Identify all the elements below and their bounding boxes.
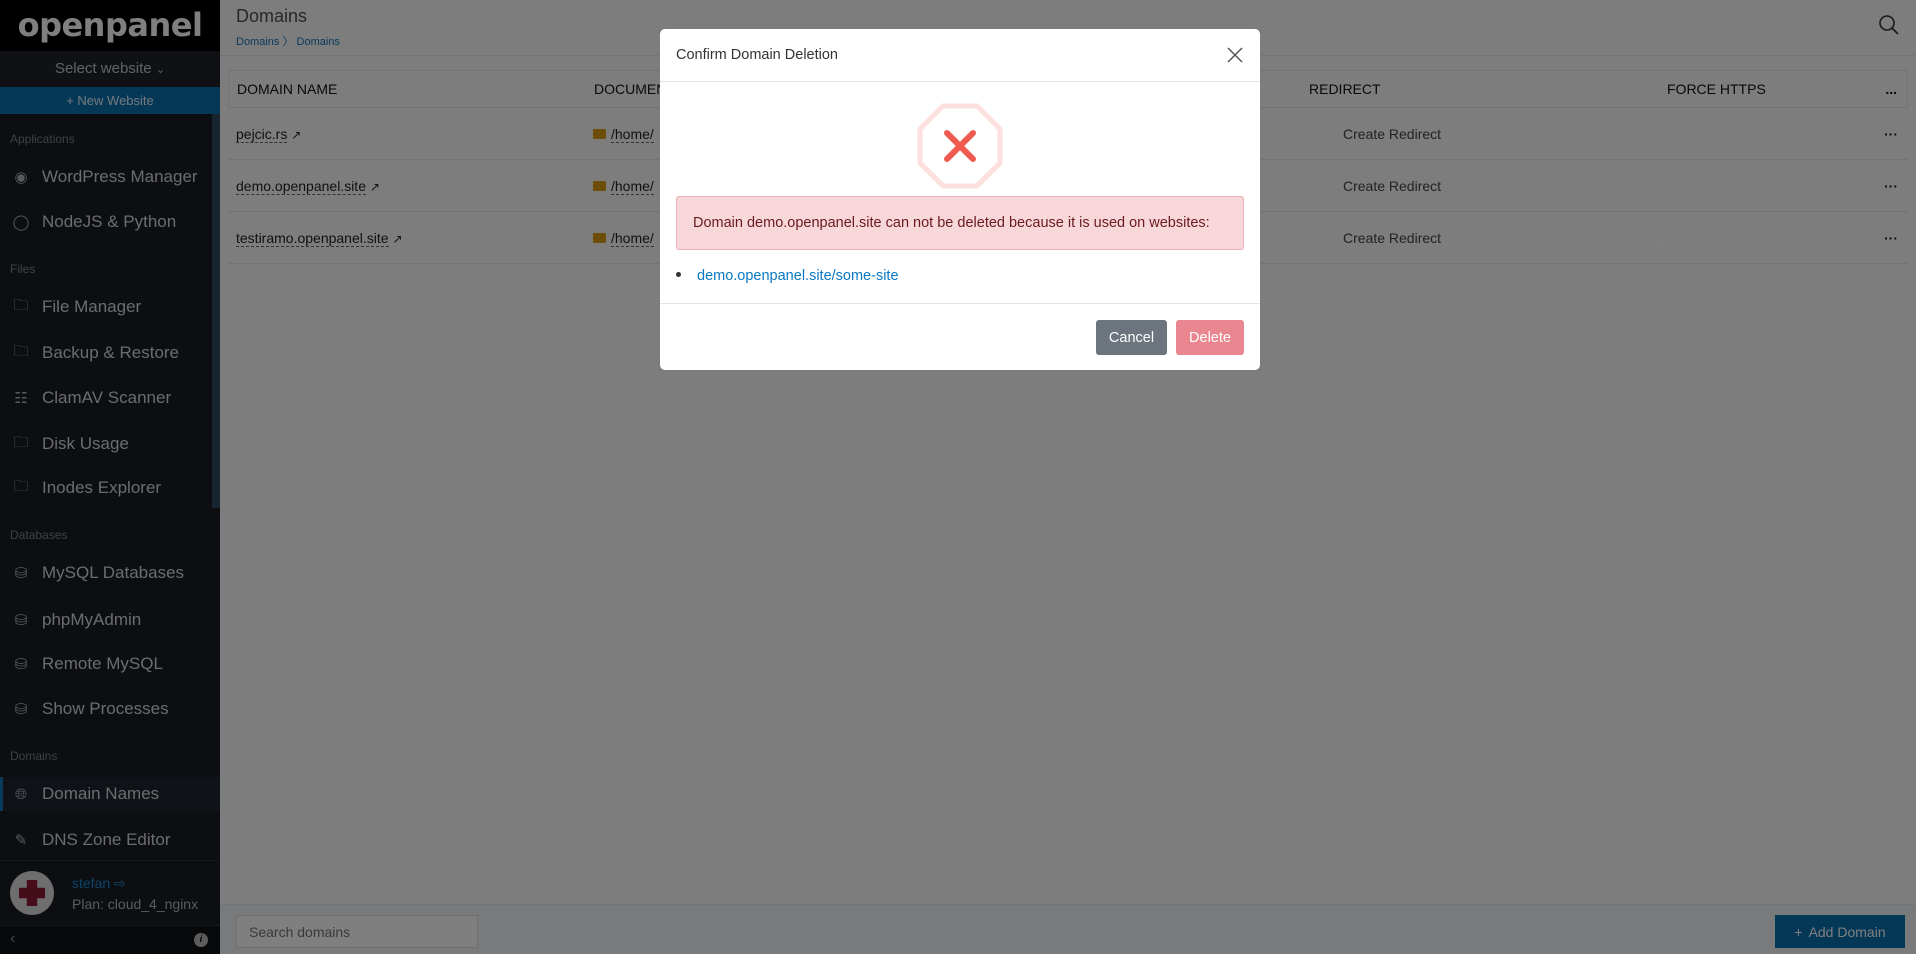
websites-list: demo.openpanel.site/some-site <box>676 268 899 284</box>
modal-footer: Cancel Delete <box>660 303 1260 370</box>
modal-title: Confirm Domain Deletion <box>676 47 838 63</box>
close-icon[interactable] <box>1226 46 1244 64</box>
error-alert: Domain demo.openpanel.site can not be de… <box>676 196 1244 250</box>
cancel-button[interactable]: Cancel <box>1096 320 1167 355</box>
website-link[interactable]: demo.openpanel.site/some-site <box>697 268 899 284</box>
bullet <box>676 272 681 277</box>
modal-header: Confirm Domain Deletion <box>660 29 1260 82</box>
delete-button[interactable]: Delete <box>1176 320 1244 355</box>
error-octagon-icon <box>917 103 1003 189</box>
confirm-delete-modal: Confirm Domain Deletion Domain demo.open… <box>660 29 1260 370</box>
